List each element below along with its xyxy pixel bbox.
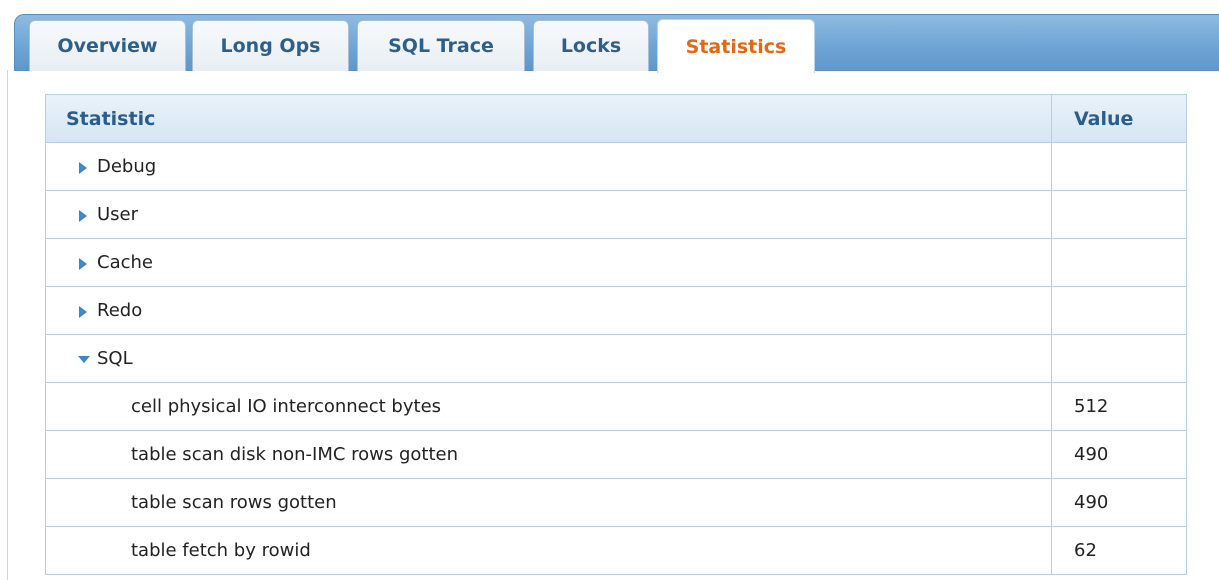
group-label: SQL: [97, 348, 133, 369]
group-label: Cache: [97, 252, 153, 273]
group-label: Debug: [97, 156, 157, 177]
group-row-debug[interactable]: Debug: [46, 143, 1186, 191]
statistic-value: 490: [1074, 492, 1109, 513]
statistic-value: 62: [1074, 540, 1097, 561]
tab-overview[interactable]: Overview: [29, 20, 186, 71]
group-row-redo[interactable]: Redo: [46, 287, 1186, 335]
statistic-value: 512: [1074, 396, 1109, 417]
group-value: [1052, 287, 1186, 334]
triangle-right-icon[interactable]: [78, 304, 88, 318]
statistic-name: cell physical IO interconnect bytes: [46, 383, 1052, 430]
statistics-table: Statistic Value Debug User Cache Redo SQ…: [45, 94, 1187, 575]
triangle-right-icon[interactable]: [78, 160, 88, 174]
panel-border: [7, 70, 8, 580]
tab-long-ops[interactable]: Long Ops: [192, 20, 349, 71]
table-row[interactable]: table scan rows gotten 490: [46, 479, 1186, 527]
group-label: User: [97, 204, 139, 225]
statistic-name: table scan rows gotten: [46, 479, 1052, 526]
statistics-panel: Overview Long Ops SQL Trace Locks Statis…: [0, 0, 1219, 580]
group-row-user[interactable]: User: [46, 191, 1186, 239]
table-row[interactable]: table fetch by rowid 62: [46, 527, 1186, 575]
table-row[interactable]: cell physical IO interconnect bytes 512: [46, 383, 1186, 431]
statistic-name: table scan disk non-IMC rows gotten: [46, 431, 1052, 478]
group-label: Redo: [97, 300, 143, 321]
group-row-sql[interactable]: SQL: [46, 335, 1186, 383]
tab-statistics[interactable]: Statistics: [657, 19, 815, 73]
column-header-value[interactable]: Value: [1052, 95, 1186, 142]
group-value: [1052, 239, 1186, 286]
statistic-value: 490: [1074, 444, 1109, 465]
tab-locks[interactable]: Locks: [533, 20, 649, 71]
column-header-statistic[interactable]: Statistic: [46, 95, 1052, 142]
table-header-row: Statistic Value: [46, 95, 1186, 143]
tab-bar: Overview Long Ops SQL Trace Locks Statis…: [14, 14, 1219, 73]
table-row[interactable]: table scan disk non-IMC rows gotten 490: [46, 431, 1186, 479]
group-value: [1052, 335, 1186, 382]
group-row-cache[interactable]: Cache: [46, 239, 1186, 287]
tab-sql-trace[interactable]: SQL Trace: [357, 20, 525, 71]
triangle-right-icon[interactable]: [78, 256, 88, 270]
statistic-name: table fetch by rowid: [46, 527, 1052, 574]
group-value: [1052, 143, 1186, 190]
triangle-right-icon[interactable]: [78, 208, 88, 222]
triangle-down-icon[interactable]: [78, 352, 90, 366]
group-value: [1052, 191, 1186, 238]
